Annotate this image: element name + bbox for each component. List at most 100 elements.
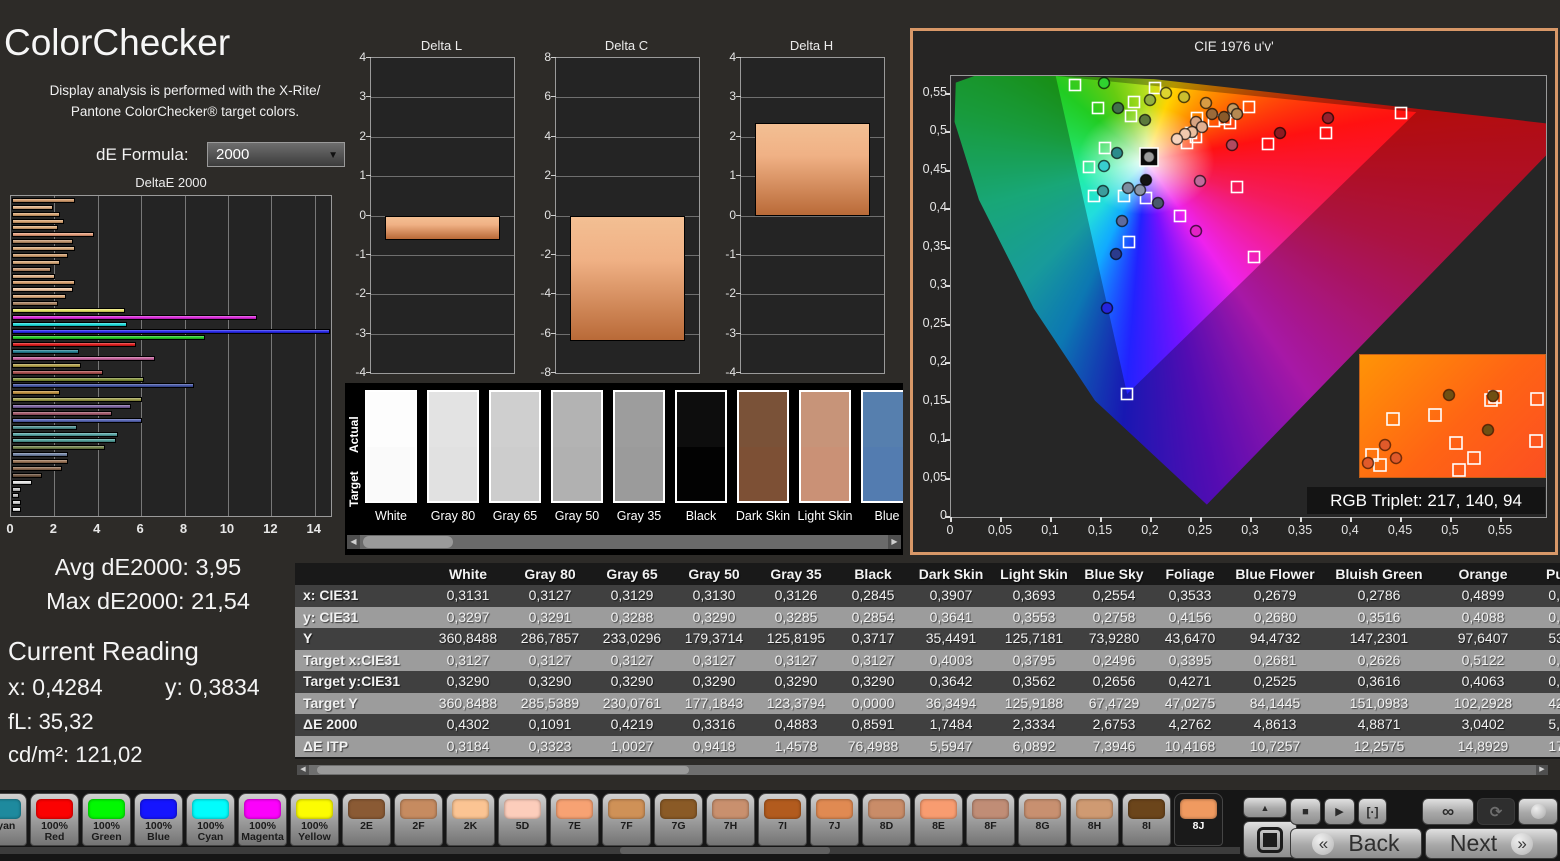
patch-tab-label: 7F <box>620 820 633 832</box>
scroll-left-icon[interactable]: ◀ <box>297 765 309 775</box>
swatch-label: Dark Skin <box>735 509 791 523</box>
gridline <box>371 97 514 99</box>
table-column-header: Light Skin <box>1000 566 1068 582</box>
patch-tab-2e[interactable]: 2E <box>342 793 391 846</box>
y-axis-tick-label: -4 <box>725 365 736 379</box>
patch-tab-8d[interactable]: 8D <box>862 793 911 846</box>
tick-mark <box>950 517 952 522</box>
patch-tab-cyan[interactable]: Cyan <box>0 793 27 846</box>
patch-tab-8f[interactable]: 8F <box>966 793 1015 846</box>
patch-tab-8e[interactable]: 8E <box>914 793 963 846</box>
tick-mark <box>366 96 371 98</box>
y-axis-tick-label: 0,5 <box>929 123 947 137</box>
toolbar-scroll-thumb[interactable] <box>620 847 830 854</box>
patch-tab-7f[interactable]: 7F <box>602 793 651 846</box>
patch-tab-8j[interactable]: 8J <box>1174 793 1223 846</box>
patch-tab-7j[interactable]: 7J <box>810 793 859 846</box>
patch-tab-100-cyan[interactable]: 100% Cyan <box>186 793 235 846</box>
y-axis-tick-label: 4 <box>359 50 366 64</box>
scroll-right-icon[interactable]: ▶ <box>888 535 901 549</box>
table-cell: 0,3693 <box>1012 587 1056 603</box>
patch-tab-7e[interactable]: 7E <box>550 793 599 846</box>
deltae-bar <box>12 369 104 375</box>
tick-mark <box>945 285 950 287</box>
tick-mark <box>945 323 950 326</box>
current-y: y: 0,3834 <box>165 674 260 700</box>
patch-tab-7g[interactable]: 7G <box>654 793 703 846</box>
gridline <box>371 333 514 335</box>
patch-tab-2f[interactable]: 2F <box>394 793 443 846</box>
description-line1: Display analysis is performed with the X… <box>49 83 321 98</box>
collapse-button[interactable]: ▲ <box>1243 797 1287 818</box>
deltae-bar <box>12 266 52 272</box>
table-cell: 0,0000 <box>851 694 895 711</box>
patch-tab-2k[interactable]: 2K <box>446 793 495 846</box>
loop-button[interactable]: ⟳ <box>1477 798 1515 825</box>
table-cell: 67,4729 <box>1088 694 1140 711</box>
gridline <box>371 254 514 256</box>
table-cell: 47,0275 <box>1164 694 1216 711</box>
tick-mark <box>945 246 950 249</box>
tick-mark <box>945 400 950 403</box>
deltae-bar <box>12 252 69 258</box>
x-axis-tick-label: 0,25 <box>1187 523 1213 537</box>
patch-tabs: Cyan 100% Red 100% Green 100% Blue 100% Cyan… <box>0 790 1240 852</box>
swatch-label: White <box>375 509 407 523</box>
table-cell: 0,3290 <box>692 673 736 689</box>
patch-color-chip <box>764 799 801 819</box>
table-cell: 1,4578 <box>774 737 818 754</box>
patch-tab-100-yellow[interactable]: 100% Yellow <box>290 793 339 846</box>
y-axis-tick-label: 0 <box>940 508 947 522</box>
table-scrollbar[interactable]: ◀ ▶ <box>297 765 1548 775</box>
y-axis-tick-label: -4 <box>540 286 551 301</box>
color-swatch <box>861 390 903 503</box>
scroll-right-icon[interactable]: ▶ <box>1536 765 1548 775</box>
patch-tab-8h[interactable]: 8H <box>1070 793 1119 846</box>
deltae-bar <box>12 507 21 513</box>
stop-button[interactable]: ■ <box>1290 798 1321 825</box>
patch-tab-100-blue[interactable]: 100% Blue <box>134 793 183 846</box>
back-button[interactable]: « Back <box>1290 828 1422 859</box>
colorchecker-app: ColorChecker Display analysis is perform… <box>0 0 1560 861</box>
patch-tab-100-green[interactable]: 100% Green <box>82 793 131 846</box>
tick-mark <box>366 175 371 177</box>
patch-tab-5d[interactable]: 5D <box>498 793 547 846</box>
inset-square-marker <box>1452 463 1466 477</box>
play-button[interactable]: ▶ <box>1324 798 1355 825</box>
patch-tab-7i[interactable]: 7I <box>758 793 807 846</box>
gridline <box>371 176 514 178</box>
patch-window-button[interactable] <box>1243 821 1297 858</box>
tick-mark <box>1350 517 1352 522</box>
table-row: y: CIE31 0,3297 0,3291 0,3288 0,3290 0,3285 0,… <box>295 606 1560 628</box>
table-cell: 0,22 <box>1548 587 1560 603</box>
patch-tab-8i[interactable]: 8I <box>1122 793 1171 846</box>
y-axis-tick-label: 2 <box>359 128 366 143</box>
table-column-header: Bluish Green <box>1335 566 1423 582</box>
target-square-marker <box>1124 109 1138 123</box>
measured-circle-marker <box>1205 107 1219 121</box>
patch-tab-7h[interactable]: 7H <box>706 793 755 846</box>
patch-tab-100-magenta[interactable]: 100% Magenta <box>238 793 287 846</box>
swatch-scroll-thumb[interactable] <box>363 536 453 548</box>
next-button-label: Next <box>1449 830 1498 856</box>
single-measure-button[interactable]: [·] <box>1358 798 1387 825</box>
tick-mark <box>736 175 741 177</box>
de-formula-dropdown[interactable]: 2000 ▼ <box>207 142 345 167</box>
continuous-measure-button[interactable]: ∞ <box>1422 798 1474 825</box>
table-cell: 233,0296 <box>602 630 662 646</box>
scroll-left-icon[interactable]: ◀ <box>347 535 360 549</box>
patch-tab-100-red[interactable]: 100% Red <box>30 793 79 846</box>
table-scroll-thumb[interactable] <box>317 766 689 774</box>
swatch-strip-scrollbar[interactable]: ◀ ▶ <box>347 535 901 549</box>
swatch-target <box>739 446 787 501</box>
x-axis-tick-label: 0,5 <box>1441 523 1459 537</box>
record-button[interactable] <box>1518 798 1558 825</box>
table-cell: 0,3127 <box>528 587 572 603</box>
deltae-bar <box>12 287 73 293</box>
toolbar-scrollbar[interactable] <box>0 847 1240 854</box>
deltae-bar <box>12 218 65 224</box>
next-button[interactable]: Next » <box>1425 828 1558 859</box>
tick-mark <box>945 362 950 364</box>
table-cell: 0,3290 <box>851 673 895 689</box>
patch-tab-8g[interactable]: 8G <box>1018 793 1067 846</box>
